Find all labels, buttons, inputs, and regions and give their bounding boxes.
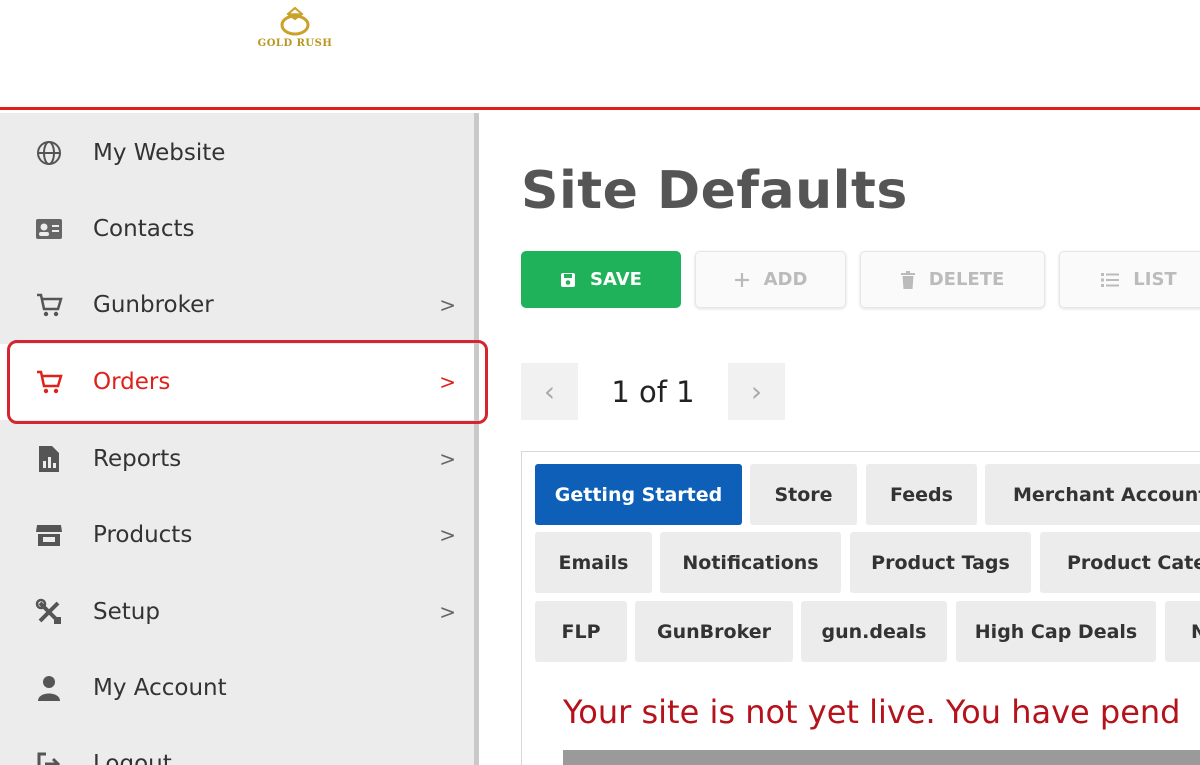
tools-icon: [34, 597, 64, 627]
brand-logo[interactable]: GOLD RUSH: [250, 6, 340, 49]
pager: ‹ 1 of 1 ›: [521, 363, 785, 420]
sidebar-item-label: My Website: [93, 140, 226, 166]
save-button[interactable]: SAVE: [521, 251, 681, 308]
floppy-disk-icon: [560, 272, 576, 288]
save-button-label: SAVE: [590, 269, 642, 290]
sidebar-item-gunbroker[interactable]: Gunbroker >: [0, 267, 474, 343]
previous-page-button[interactable]: ‹: [521, 363, 578, 420]
trash-icon: [900, 270, 915, 289]
report-icon: [34, 444, 64, 474]
globe-icon: [34, 138, 64, 168]
page-indicator: 1 of 1: [611, 374, 695, 409]
add-button-label: ADD: [763, 269, 808, 290]
tab-truncated[interactable]: N: [1165, 601, 1200, 662]
sidebar-item-label: My Account: [93, 675, 227, 701]
table-header-bar: [563, 750, 1200, 765]
delete-button[interactable]: DELETE: [860, 251, 1045, 308]
sidebar-item-my-account[interactable]: My Account: [0, 650, 474, 726]
brand-name: GOLD RUSH: [257, 38, 333, 49]
site-not-live-warning: Your site is not yet live. You have pend: [563, 693, 1181, 731]
add-button[interactable]: ADD: [695, 251, 846, 308]
sidebar: My Website Contacts Gunbroker > Orders >…: [0, 113, 479, 765]
tab-emails[interactable]: Emails: [535, 532, 652, 593]
sidebar-item-setup[interactable]: Setup >: [0, 574, 474, 650]
sidebar-item-label: Products: [93, 522, 193, 548]
ring-icon: [280, 6, 310, 36]
next-page-button[interactable]: ›: [728, 363, 785, 420]
top-header: GOLD RUSH: [0, 0, 1200, 110]
tab-store[interactable]: Store: [750, 464, 857, 525]
tab-notifications[interactable]: Notifications: [660, 532, 841, 593]
tab-feeds[interactable]: Feeds: [866, 464, 977, 525]
sidebar-item-contacts[interactable]: Contacts: [0, 191, 474, 267]
chevron-right-icon: >: [439, 600, 456, 624]
tab-high-cap-deals[interactable]: High Cap Deals: [956, 601, 1156, 662]
list-icon: [1101, 272, 1120, 288]
delete-button-label: DELETE: [928, 269, 1005, 290]
tab-flp[interactable]: FLP: [535, 601, 627, 662]
cart-icon: [34, 367, 64, 397]
chevron-right-icon: >: [439, 293, 456, 317]
sidebar-item-label: Gunbroker: [93, 292, 214, 318]
tab-gun-deals[interactable]: gun.deals: [801, 601, 947, 662]
chevron-right-icon: >: [439, 447, 456, 471]
sidebar-item-label: Setup: [93, 599, 160, 625]
main-content: Site Defaults SAVE ADD DELETE LIST ‹ 1 o…: [479, 113, 1200, 765]
tab-gunbroker[interactable]: GunBroker: [635, 601, 793, 662]
user-icon: [34, 673, 64, 703]
sidebar-item-label: Contacts: [93, 216, 195, 242]
tab-getting-started[interactable]: Getting Started: [535, 464, 742, 525]
tab-product-tags[interactable]: Product Tags: [850, 532, 1031, 593]
page-title: Site Defaults: [521, 161, 908, 221]
sidebar-item-orders[interactable]: Orders >: [0, 344, 474, 420]
chevron-right-icon: >: [439, 523, 456, 547]
tab-product-categories[interactable]: Product Categories: [1040, 532, 1200, 593]
chevron-right-icon: >: [439, 370, 456, 394]
logout-icon: [34, 749, 64, 765]
cart-icon: [34, 290, 64, 320]
list-button[interactable]: LIST: [1059, 251, 1200, 308]
store-icon: [34, 520, 64, 550]
id-card-icon: [34, 214, 64, 244]
sidebar-item-label: Orders: [93, 369, 171, 395]
list-button-label: LIST: [1133, 269, 1177, 290]
sidebar-item-label: Reports: [93, 446, 182, 472]
sidebar-item-label: Logout: [93, 751, 172, 765]
plus-icon: [734, 272, 750, 288]
sidebar-item-logout[interactable]: Logout: [0, 726, 474, 765]
tab-merchant-account[interactable]: Merchant Account: [985, 464, 1200, 525]
sidebar-item-products[interactable]: Products >: [0, 497, 474, 573]
sidebar-item-my-website[interactable]: My Website: [0, 115, 474, 191]
sidebar-item-reports[interactable]: Reports >: [0, 421, 474, 497]
